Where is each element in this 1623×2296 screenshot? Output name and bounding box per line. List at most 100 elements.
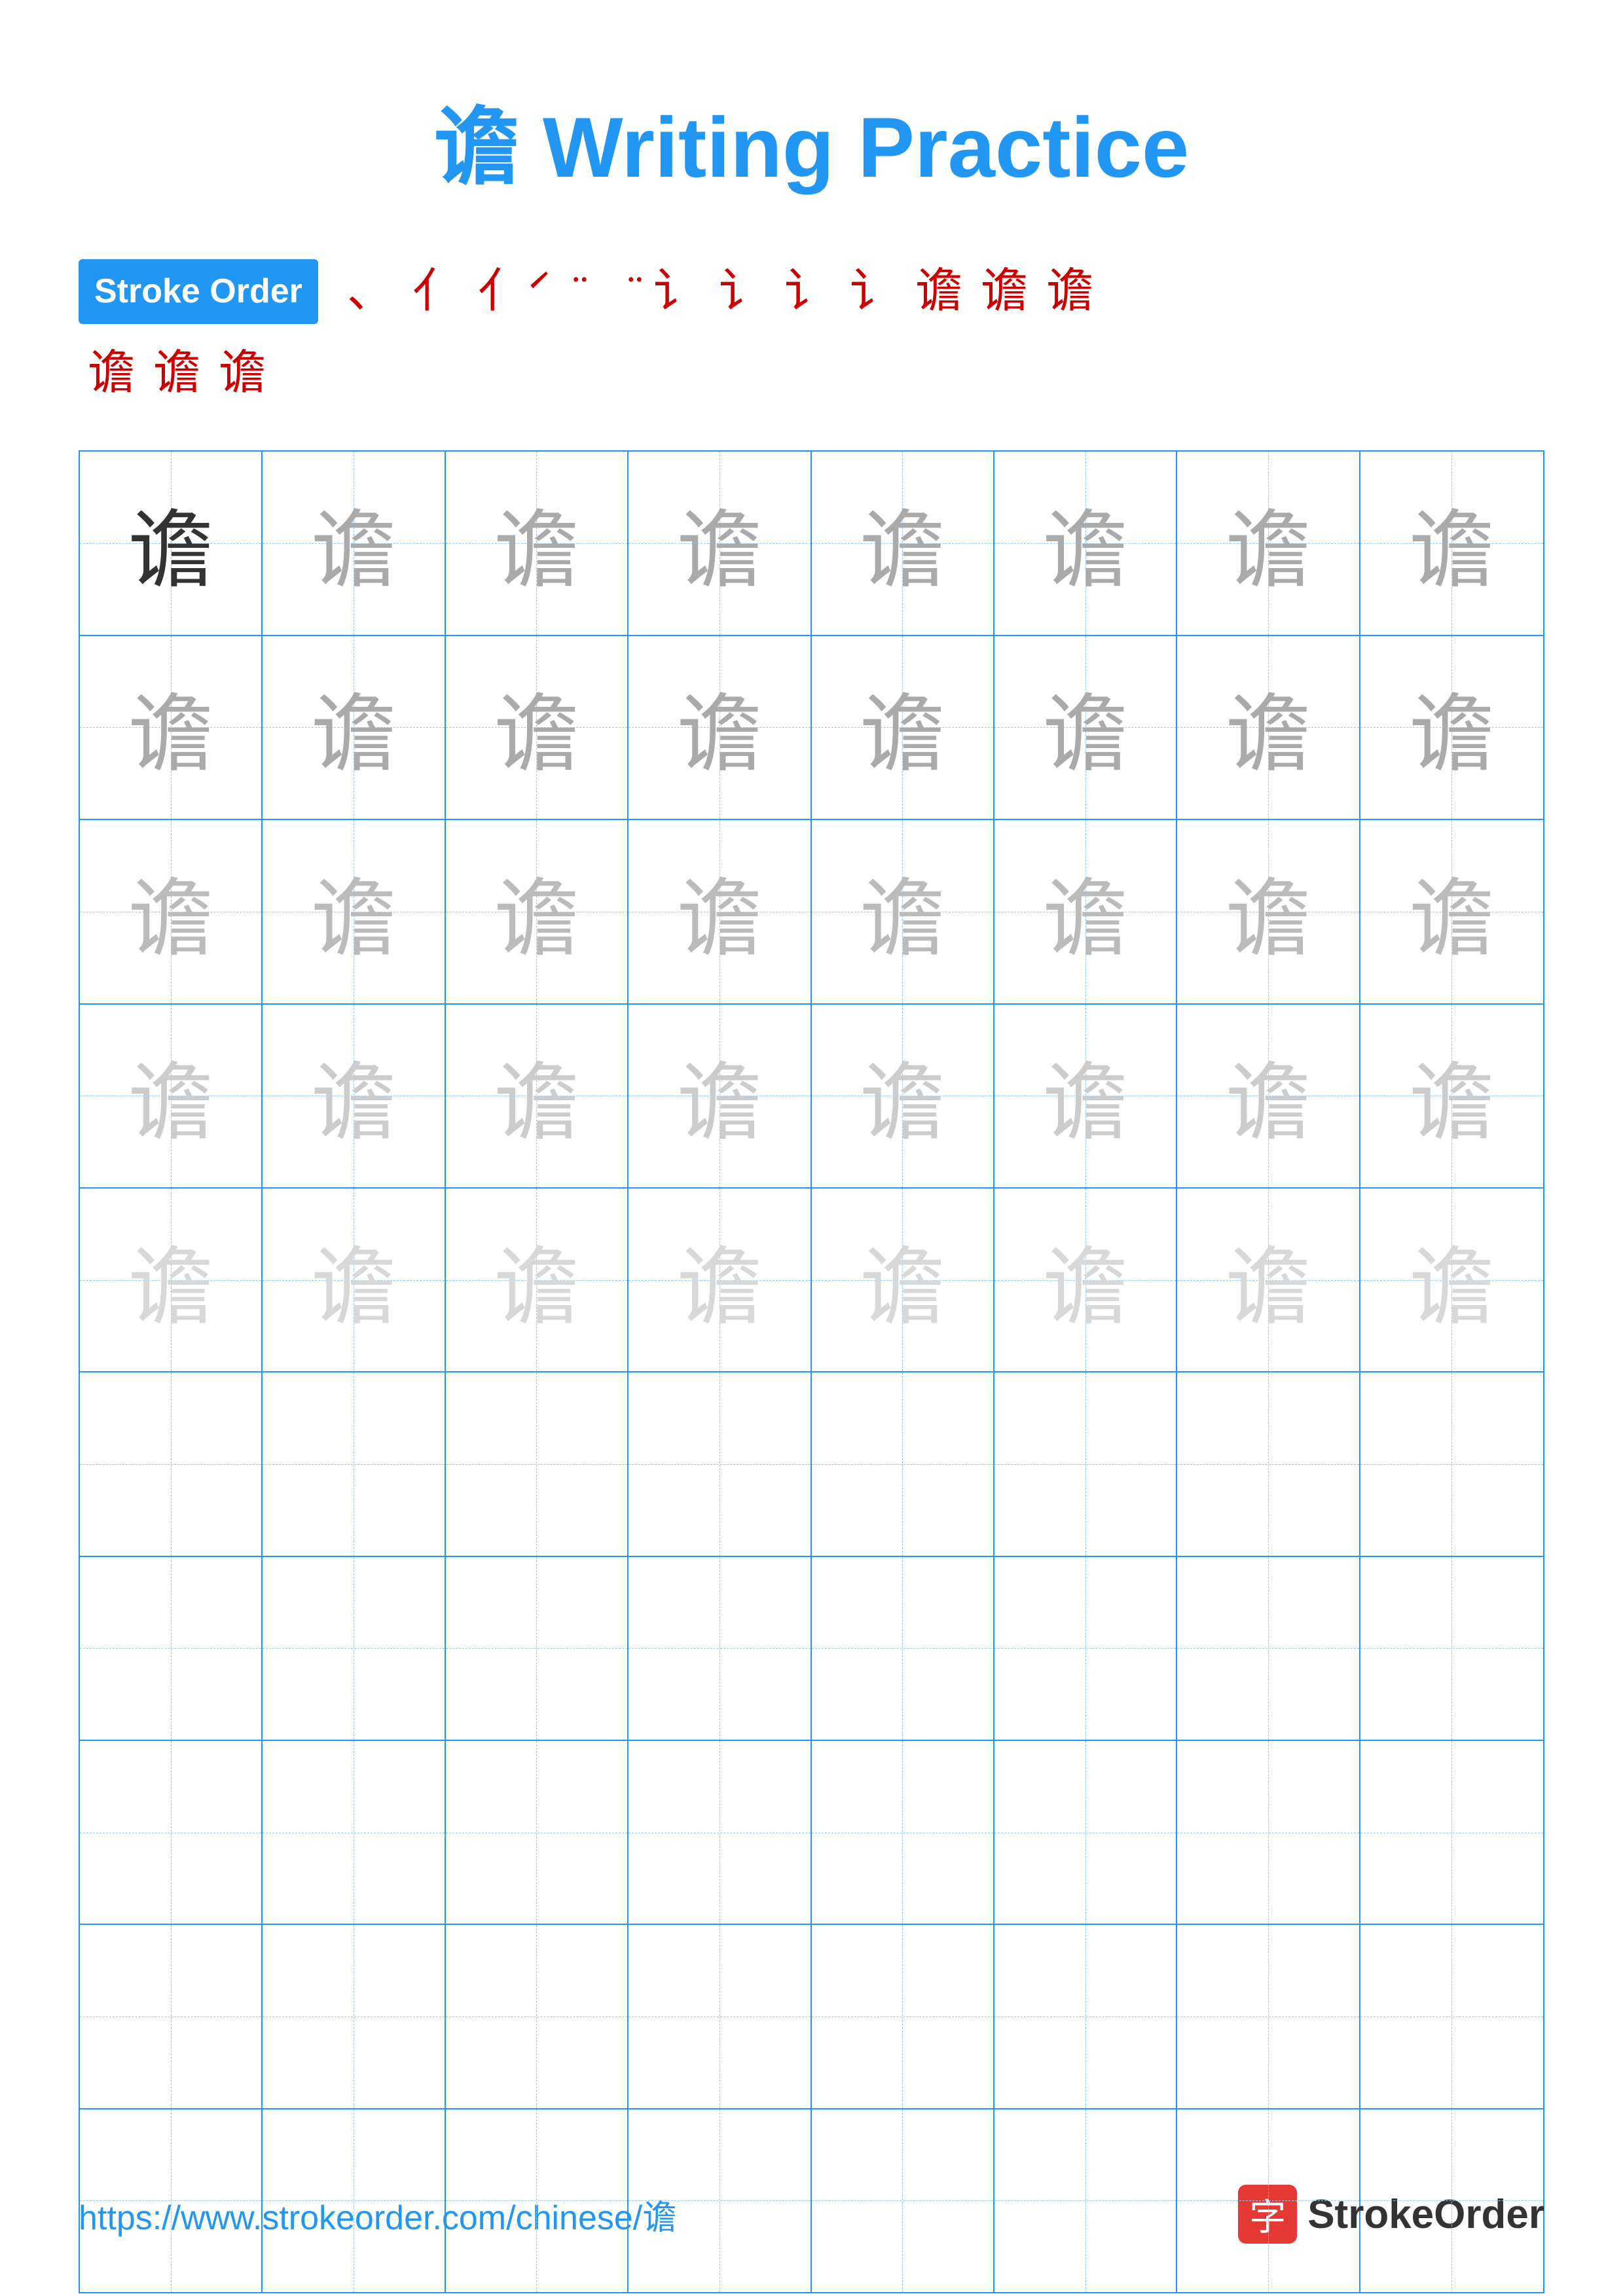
grid-cell[interactable] <box>812 1925 994 2108</box>
grid-cell[interactable]: 谵 <box>1360 1189 1543 1371</box>
grid-cell[interactable]: 谵 <box>629 452 811 634</box>
grid-cell[interactable] <box>80 1925 263 2108</box>
grid-cell[interactable] <box>263 2109 445 2292</box>
practice-char: 谵 <box>860 1034 945 1157</box>
grid-cell[interactable] <box>629 1741 811 1924</box>
grid-cell[interactable]: 谵 <box>446 820 629 1003</box>
grid-cell[interactable] <box>994 2109 1177 2292</box>
grid-cell[interactable] <box>629 1557 811 1740</box>
grid-cell[interactable] <box>446 1557 629 1740</box>
practice-char: 谵 <box>677 482 762 605</box>
grid-cell[interactable] <box>80 1372 263 1555</box>
grid-cell[interactable]: 谵 <box>1360 452 1543 634</box>
grid-cell[interactable] <box>812 2109 994 2292</box>
grid-cell[interactable]: 谵 <box>629 1005 811 1187</box>
grid-cell[interactable]: 谵 <box>812 820 994 1003</box>
grid-cell[interactable] <box>1177 1557 1360 1740</box>
grid-cell[interactable]: 谵 <box>629 820 811 1003</box>
grid-cell[interactable]: 谵 <box>994 452 1177 634</box>
grid-cell[interactable] <box>1177 1925 1360 2108</box>
grid-cell[interactable]: 谵 <box>812 636 994 819</box>
grid-cell[interactable]: 谵 <box>80 1189 263 1371</box>
grid-cell[interactable]: 谵 <box>812 1005 994 1187</box>
grid-cell[interactable] <box>994 1372 1177 1555</box>
grid-cell[interactable] <box>812 1372 994 1555</box>
grid-cell[interactable] <box>629 1372 811 1555</box>
grid-cell[interactable] <box>629 1925 811 2108</box>
grid-cell[interactable]: 谵 <box>629 636 811 819</box>
grid-cell[interactable]: 谵 <box>1360 636 1543 819</box>
grid-cell[interactable]: 谵 <box>446 636 629 819</box>
grid-cell[interactable] <box>1360 2109 1543 2292</box>
grid-cell[interactable] <box>263 1557 445 1740</box>
grid-cell[interactable]: 谵 <box>263 1189 445 1371</box>
grid-cell[interactable]: 谵 <box>1177 1005 1360 1187</box>
logo-name: StrokeOrder <box>1307 2191 1544 2238</box>
stroke-s14: 谵 <box>153 336 200 411</box>
grid-cell[interactable]: 谵 <box>446 1189 629 1371</box>
grid-cell[interactable] <box>994 1925 1177 2108</box>
practice-char: 谵 <box>128 1034 213 1157</box>
grid-cell[interactable]: 谵 <box>446 452 629 634</box>
stroke-s9: 讠 <box>850 254 897 329</box>
grid-row: 谵谵谵谵谵谵谵谵 <box>80 1189 1543 1372</box>
grid-cell[interactable] <box>629 2109 811 2292</box>
grid-cell[interactable]: 谵 <box>80 452 263 634</box>
stroke-s7: 讠 <box>719 254 766 329</box>
grid-cell[interactable]: 谵 <box>994 636 1177 819</box>
grid-cell[interactable]: 谵 <box>1177 636 1360 819</box>
grid-cell[interactable] <box>812 1557 994 1740</box>
grid-cell[interactable] <box>446 1372 629 1555</box>
practice-char: 谵 <box>311 850 396 973</box>
stroke-s13: 谵 <box>88 336 135 411</box>
practice-char: 谵 <box>128 850 213 973</box>
grid-cell[interactable] <box>1360 1557 1543 1740</box>
grid-cell[interactable]: 谵 <box>263 1005 445 1187</box>
grid-cell[interactable] <box>263 1925 445 2108</box>
grid-cell[interactable]: 谵 <box>1360 820 1543 1003</box>
grid-cell[interactable]: 谵 <box>80 1005 263 1187</box>
practice-char: 谵 <box>1043 1034 1128 1157</box>
grid-cell[interactable] <box>1177 1741 1360 1924</box>
grid-cell[interactable]: 谵 <box>812 452 994 634</box>
stroke-overflow-row: 谵 谵 谵 <box>79 336 1544 411</box>
grid-cell[interactable] <box>80 1557 263 1740</box>
grid-cell[interactable]: 谵 <box>263 452 445 634</box>
grid-cell[interactable] <box>1177 1372 1360 1555</box>
grid-cell[interactable]: 谵 <box>80 636 263 819</box>
grid-cell[interactable] <box>812 1741 994 1924</box>
grid-cell[interactable] <box>446 1741 629 1924</box>
grid-cell[interactable]: 谵 <box>1360 1005 1543 1187</box>
grid-cell[interactable]: 谵 <box>263 636 445 819</box>
grid-cell[interactable]: 谵 <box>446 1005 629 1187</box>
footer-url[interactable]: https://www.strokeorder.com/chinese/谵 <box>79 2190 676 2239</box>
grid-row <box>80 1741 1543 1925</box>
practice-char: 谵 <box>1409 1219 1494 1342</box>
stroke-order-badge: Stroke Order <box>79 259 318 324</box>
grid-cell[interactable] <box>994 1741 1177 1924</box>
grid-cell[interactable]: 谵 <box>263 820 445 1003</box>
practice-char: 谵 <box>1226 1219 1311 1342</box>
grid-cell[interactable]: 谵 <box>629 1189 811 1371</box>
practice-char: 谵 <box>311 482 396 605</box>
grid-cell[interactable] <box>446 1925 629 2108</box>
grid-cell[interactable] <box>1360 1372 1543 1555</box>
grid-cell[interactable]: 谵 <box>80 820 263 1003</box>
grid-cell[interactable] <box>80 1741 263 1924</box>
grid-cell[interactable] <box>263 1372 445 1555</box>
grid-cell[interactable] <box>1360 1741 1543 1924</box>
grid-cell[interactable]: 谵 <box>994 1189 1177 1371</box>
grid-cell[interactable]: 谵 <box>994 820 1177 1003</box>
grid-cell[interactable]: 谵 <box>1177 820 1360 1003</box>
grid-cell[interactable] <box>1177 2109 1360 2292</box>
grid-cell[interactable] <box>1360 1925 1543 2108</box>
grid-cell[interactable] <box>80 2109 263 2292</box>
grid-cell[interactable]: 谵 <box>1177 1189 1360 1371</box>
grid-cell[interactable] <box>263 1741 445 1924</box>
grid-cell[interactable]: 谵 <box>994 1005 1177 1187</box>
grid-cell[interactable] <box>994 1557 1177 1740</box>
grid-cell[interactable]: 谵 <box>812 1189 994 1371</box>
footer: https://www.strokeorder.com/chinese/谵 字 … <box>79 2185 1544 2244</box>
grid-cell[interactable] <box>446 2109 629 2292</box>
grid-cell[interactable]: 谵 <box>1177 452 1360 634</box>
